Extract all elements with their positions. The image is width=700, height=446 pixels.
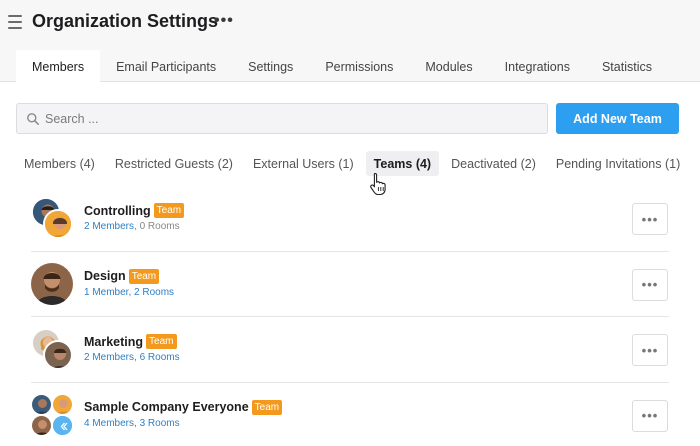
members-link[interactable]: 4 Members, 3 Rooms [84,418,180,429]
search-box [16,103,548,134]
team-meta: 2 Members, 0 Rooms [84,221,180,232]
members-link[interactable]: 2 Members, 6 Rooms [84,352,180,363]
avatar-group [31,393,73,436]
avatar [52,393,73,415]
rooms-count: 0 Rooms [139,221,180,232]
search-icon [27,113,39,125]
team-badge: Team [146,334,177,349]
team-badge: Team [153,203,185,218]
tab-permissions[interactable]: Permissions [309,50,409,83]
team-name[interactable]: Sample Company Everyone [84,400,249,414]
team-row[interactable]: Design Team 1 Member, 2 Rooms ••• [31,252,669,317]
team-row[interactable]: Marketing Team 2 Members, 6 Rooms ••• [31,317,669,383]
team-name[interactable]: Controlling [84,204,151,218]
add-new-team-button[interactable]: Add New Team [556,103,679,134]
avatar-group [31,328,73,370]
search-input[interactable] [45,104,540,133]
team-meta: 4 Members, 3 Rooms [84,418,180,429]
row-menu-button[interactable]: ••• [632,203,668,235]
settings-tabs: Members Email Participants Settings Perm… [16,50,668,83]
tab-email-participants[interactable]: Email Participants [100,50,232,83]
page-title: Organization Settings [32,11,219,31]
subtab-deactivated[interactable]: Deactivated (2) [443,151,544,176]
subtab-members[interactable]: Members (4) [16,151,103,176]
team-meta: 2 Members, 6 Rooms [84,352,180,363]
top-bar: Organization Settings ••• Members Email … [0,0,700,83]
member-subtabs: Members (4) Restricted Guests (2) Extern… [16,151,692,176]
subtab-restricted-guests[interactable]: Restricted Guests (2) [107,151,241,176]
avatar [31,414,52,436]
tab-integrations[interactable]: Integrations [489,50,586,83]
team-name[interactable]: Design [84,269,126,283]
tab-statistics[interactable]: Statistics [586,50,668,83]
tab-modules[interactable]: Modules [409,50,488,83]
more-members-icon [52,414,73,436]
row-menu-button[interactable]: ••• [632,334,668,366]
row-menu-button[interactable]: ••• [632,268,668,301]
team-meta: 1 Member, 2 Rooms [84,287,174,298]
teams-list: Controlling Team 2 Members, 0 Rooms ••• … [31,186,669,446]
avatar [43,340,73,370]
row-menu-button[interactable]: ••• [632,399,668,432]
team-badge: Team [251,399,283,415]
hamburger-icon[interactable] [8,15,22,29]
more-options-button[interactable]: ••• [214,12,234,30]
avatar [31,393,52,415]
avatar [31,262,73,305]
team-row[interactable]: Controlling Team 2 Members, 0 Rooms ••• [31,186,669,252]
avatar-group [31,197,73,239]
avatar-group [31,262,73,305]
team-badge: Team [128,268,160,284]
avatar [43,209,73,239]
members-link[interactable]: 1 Member, 2 Rooms [84,287,174,298]
subtab-external-users[interactable]: External Users (1) [245,151,362,176]
team-name[interactable]: Marketing [84,335,143,349]
team-row[interactable]: Sample Company Everyone Team 4 Members, … [31,383,669,446]
tab-settings[interactable]: Settings [232,50,309,83]
tab-members[interactable]: Members [16,50,101,83]
members-link[interactable]: 2 Members [84,221,134,232]
subtab-pending-invitations[interactable]: Pending Invitations (1) [548,151,688,176]
